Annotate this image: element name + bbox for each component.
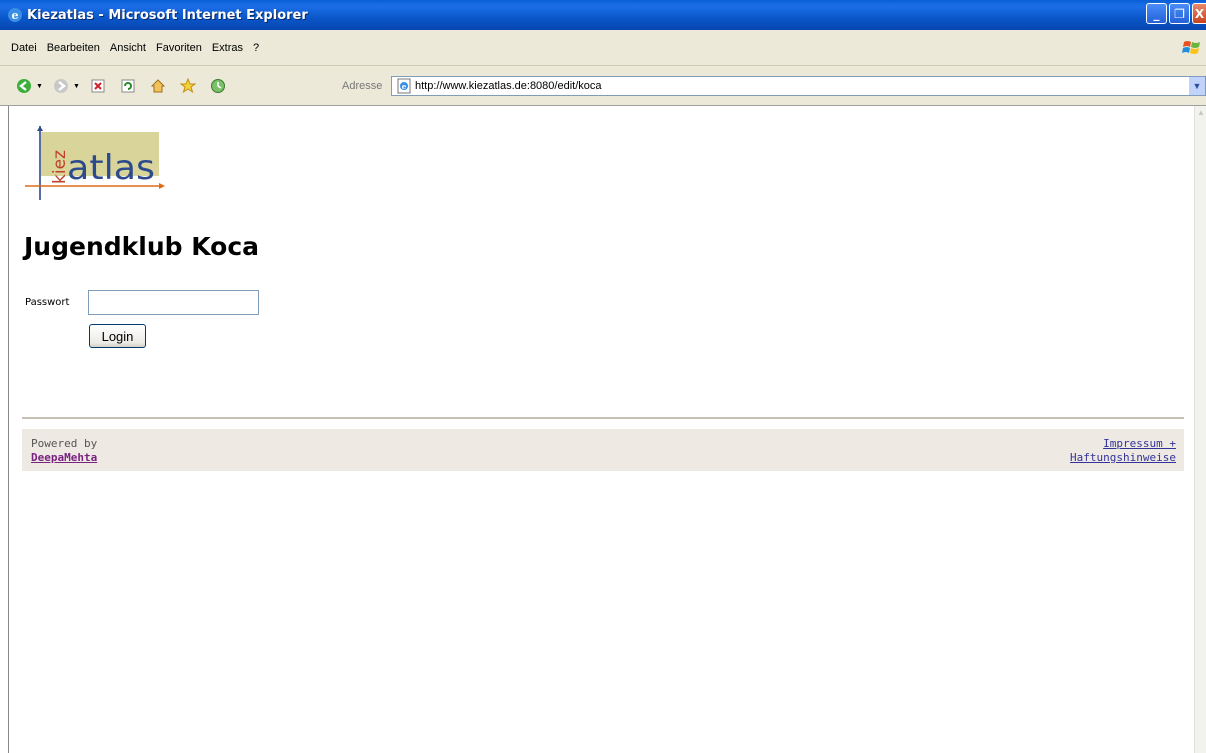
- forward-dropdown-icon[interactable]: ▼: [73, 83, 80, 90]
- menu-favoriten[interactable]: Favoriten: [151, 42, 207, 54]
- password-field[interactable]: [88, 290, 259, 315]
- toolbar: ▼ ▼ Adresse e http://www.kiezatlas.de:80…: [0, 66, 1206, 106]
- menu-bar: Datei Bearbeiten Ansicht Favoriten Extra…: [0, 30, 1206, 66]
- deepamehta-link[interactable]: DeepaMehta: [31, 451, 97, 464]
- close-button[interactable]: X: [1192, 3, 1206, 24]
- page-icon: e: [397, 78, 411, 94]
- maximize-button[interactable]: ❐: [1169, 3, 1190, 24]
- window-title: Kiezatlas - Microsoft Internet Explorer: [27, 7, 308, 23]
- footer-divider: [22, 417, 1184, 419]
- stop-icon[interactable]: [90, 78, 106, 94]
- logo-atlas: atlas: [67, 148, 155, 188]
- address-bar[interactable]: e http://www.kiezatlas.de:8080/edit/koca…: [391, 76, 1206, 96]
- svg-text:e: e: [12, 9, 19, 22]
- address-label: Adresse: [342, 80, 383, 92]
- svg-text:e: e: [402, 82, 407, 91]
- menu-datei[interactable]: Datei: [6, 42, 42, 54]
- menu-bearbeiten[interactable]: Bearbeiten: [42, 42, 105, 54]
- address-dropdown-icon[interactable]: ▼: [1189, 77, 1205, 95]
- refresh-icon[interactable]: [120, 78, 136, 94]
- impressum-line-2[interactable]: Haftungshinweise: [1070, 451, 1176, 465]
- login-button[interactable]: Login: [89, 324, 146, 348]
- forward-icon[interactable]: [53, 78, 69, 94]
- minimize-icon: _: [1153, 6, 1160, 21]
- kiezatlas-logo[interactable]: kiez atlas: [23, 124, 171, 206]
- password-label: Passwort: [25, 297, 70, 308]
- vertical-scrollbar[interactable]: ▲: [1194, 106, 1206, 753]
- windows-logo-icon: [1182, 41, 1200, 54]
- impressum-line-1[interactable]: Impressum +: [1070, 437, 1176, 451]
- home-icon[interactable]: [150, 78, 166, 94]
- scroll-up-icon[interactable]: ▲: [1196, 108, 1206, 122]
- close-icon: X: [1194, 6, 1205, 21]
- minimize-button[interactable]: _: [1146, 3, 1167, 24]
- window-titlebar[interactable]: e Kiezatlas - Microsoft Internet Explore…: [0, 0, 1206, 30]
- history-icon[interactable]: [210, 78, 226, 94]
- maximize-icon: ❐: [1174, 6, 1185, 21]
- menu-help[interactable]: ?: [248, 42, 264, 54]
- back-dropdown-icon[interactable]: ▼: [36, 83, 43, 90]
- page-title: Jugendklub Koca: [24, 232, 260, 261]
- menu-extras[interactable]: Extras: [207, 42, 248, 54]
- powered-by-text: Powered by: [31, 437, 98, 450]
- ie-icon: e: [8, 8, 22, 22]
- favorites-icon[interactable]: [179, 78, 196, 94]
- back-icon[interactable]: [16, 78, 32, 94]
- page-viewport: kiez atlas Jugendklub Koca Passwort Logi…: [8, 106, 1194, 753]
- address-url[interactable]: http://www.kiezatlas.de:8080/edit/koca: [415, 80, 602, 92]
- impressum-link[interactable]: Impressum + Haftungshinweise: [1070, 437, 1176, 465]
- menu-ansicht[interactable]: Ansicht: [105, 42, 151, 54]
- footer: Powered by DeepaMehta Impressum + Haftun…: [22, 429, 1184, 471]
